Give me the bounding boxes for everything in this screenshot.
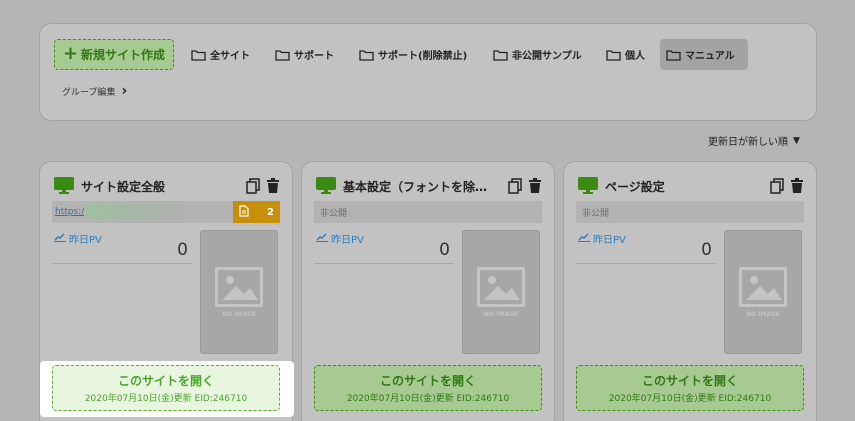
sort-label: 更新日が新しい順	[708, 137, 788, 148]
new-site-label: 新規サイト作成	[81, 48, 166, 62]
site-thumbnail[interactable]: NO IMAGE	[462, 230, 540, 354]
updated-info: 2020年07月10日(金)更新 EID:246710	[608, 394, 772, 404]
folder-icon	[191, 49, 206, 61]
site-url-bar: https:/ 2	[52, 201, 280, 223]
site-status-bar: 非公開	[576, 201, 804, 223]
pv-value: 0	[314, 240, 454, 264]
site-card: 基本設定（フォントを除… 非公開 昨日PV 0 NO IMAGE このサイトを開…	[301, 161, 555, 421]
no-image-text: NO IMAGE	[745, 310, 781, 318]
site-title[interactable]: ページ設定	[605, 178, 770, 195]
group-label: 個人	[625, 51, 645, 62]
site-status: 非公開	[582, 208, 610, 219]
group-all-sites[interactable]: 全サイト	[185, 39, 256, 70]
site-title[interactable]: 基本設定（フォントを除…	[343, 178, 508, 195]
new-site-button[interactable]: + 新規サイト作成	[54, 39, 174, 70]
no-image-text: NO IMAGE	[483, 310, 519, 318]
copy-icon[interactable]	[508, 178, 522, 194]
site-thumbnail[interactable]: NO IMAGE	[200, 230, 278, 354]
site-status: 非公開	[320, 208, 348, 219]
no-image-text: NO IMAGE	[221, 310, 257, 318]
chevron-right-icon: ›	[121, 83, 128, 99]
sort-dropdown[interactable]: 更新日が新しい順 ▼	[708, 133, 800, 149]
group-edit-link[interactable]: グループ編集 ›	[62, 83, 127, 99]
image-placeholder-icon	[739, 266, 787, 307]
site-url-link[interactable]: https:/	[55, 207, 84, 217]
group-manual[interactable]: マニュアル	[660, 39, 748, 70]
trash-icon[interactable]	[266, 178, 280, 194]
group-label: マニュアル	[685, 51, 735, 62]
open-site-button[interactable]: このサイトを開く 2020年07月10日(金)更新 EID:246710	[52, 365, 280, 411]
pv-value: 0	[52, 240, 192, 264]
page-count-badge[interactable]: 2	[233, 201, 280, 223]
open-site-label: このサイトを開く	[641, 374, 738, 388]
group-label: 全サイト	[210, 51, 250, 62]
group-toolbar: + 新規サイト作成 全サイト サポート サポート(削除禁止) 非公開サンプル 個…	[39, 23, 817, 121]
open-site-button[interactable]: このサイトを開く 2020年07月10日(金)更新 EID:246710	[576, 365, 804, 411]
site-card: サイト設定全般 https:/ 2 昨日PV 0 NO IMAGE このサイトを…	[39, 161, 294, 421]
group-label: サポート	[294, 51, 334, 62]
redacted-url	[86, 204, 185, 220]
folder-icon	[666, 49, 681, 61]
group-personal[interactable]: 個人	[600, 39, 651, 70]
group-support[interactable]: サポート	[269, 39, 340, 70]
group-label: 非公開サンプル	[512, 51, 582, 62]
site-status-bar: 非公開	[314, 201, 542, 223]
open-site-label: このサイトを開く	[117, 374, 214, 388]
image-placeholder-icon	[215, 266, 263, 307]
folder-icon	[359, 49, 374, 61]
updated-info: 2020年07月10日(金)更新 EID:246710	[84, 394, 248, 404]
group-edit-label: グループ編集	[62, 87, 116, 98]
copy-icon[interactable]	[246, 178, 260, 194]
trash-icon[interactable]	[790, 178, 804, 194]
open-site-button[interactable]: このサイトを開く 2020年07月10日(金)更新 EID:246710	[314, 365, 542, 411]
pv-value: 0	[576, 240, 716, 264]
copy-icon[interactable]	[770, 178, 784, 194]
monitor-icon	[316, 177, 336, 194]
trash-icon[interactable]	[528, 178, 542, 194]
folder-icon	[606, 49, 621, 61]
group-private-sample[interactable]: 非公開サンプル	[487, 39, 588, 70]
folder-icon	[493, 49, 508, 61]
site-title[interactable]: サイト設定全般	[81, 178, 246, 195]
monitor-icon	[578, 177, 598, 194]
image-placeholder-icon	[477, 266, 525, 307]
open-site-label: このサイトを開く	[379, 374, 476, 388]
folder-icon	[275, 49, 290, 61]
caret-down-icon: ▼	[793, 135, 800, 146]
site-thumbnail[interactable]: NO IMAGE	[724, 230, 802, 354]
plus-icon: +	[62, 42, 79, 64]
site-card: ページ設定 非公開 昨日PV 0 NO IMAGE このサイトを開く 2020年…	[563, 161, 817, 421]
page-count: 2	[267, 206, 274, 218]
group-label: サポート(削除禁止)	[378, 51, 468, 62]
monitor-icon	[54, 177, 74, 194]
updated-info: 2020年07月10日(金)更新 EID:246710	[346, 394, 510, 404]
document-icon	[239, 204, 249, 220]
group-support-protected[interactable]: サポート(削除禁止)	[353, 39, 473, 70]
